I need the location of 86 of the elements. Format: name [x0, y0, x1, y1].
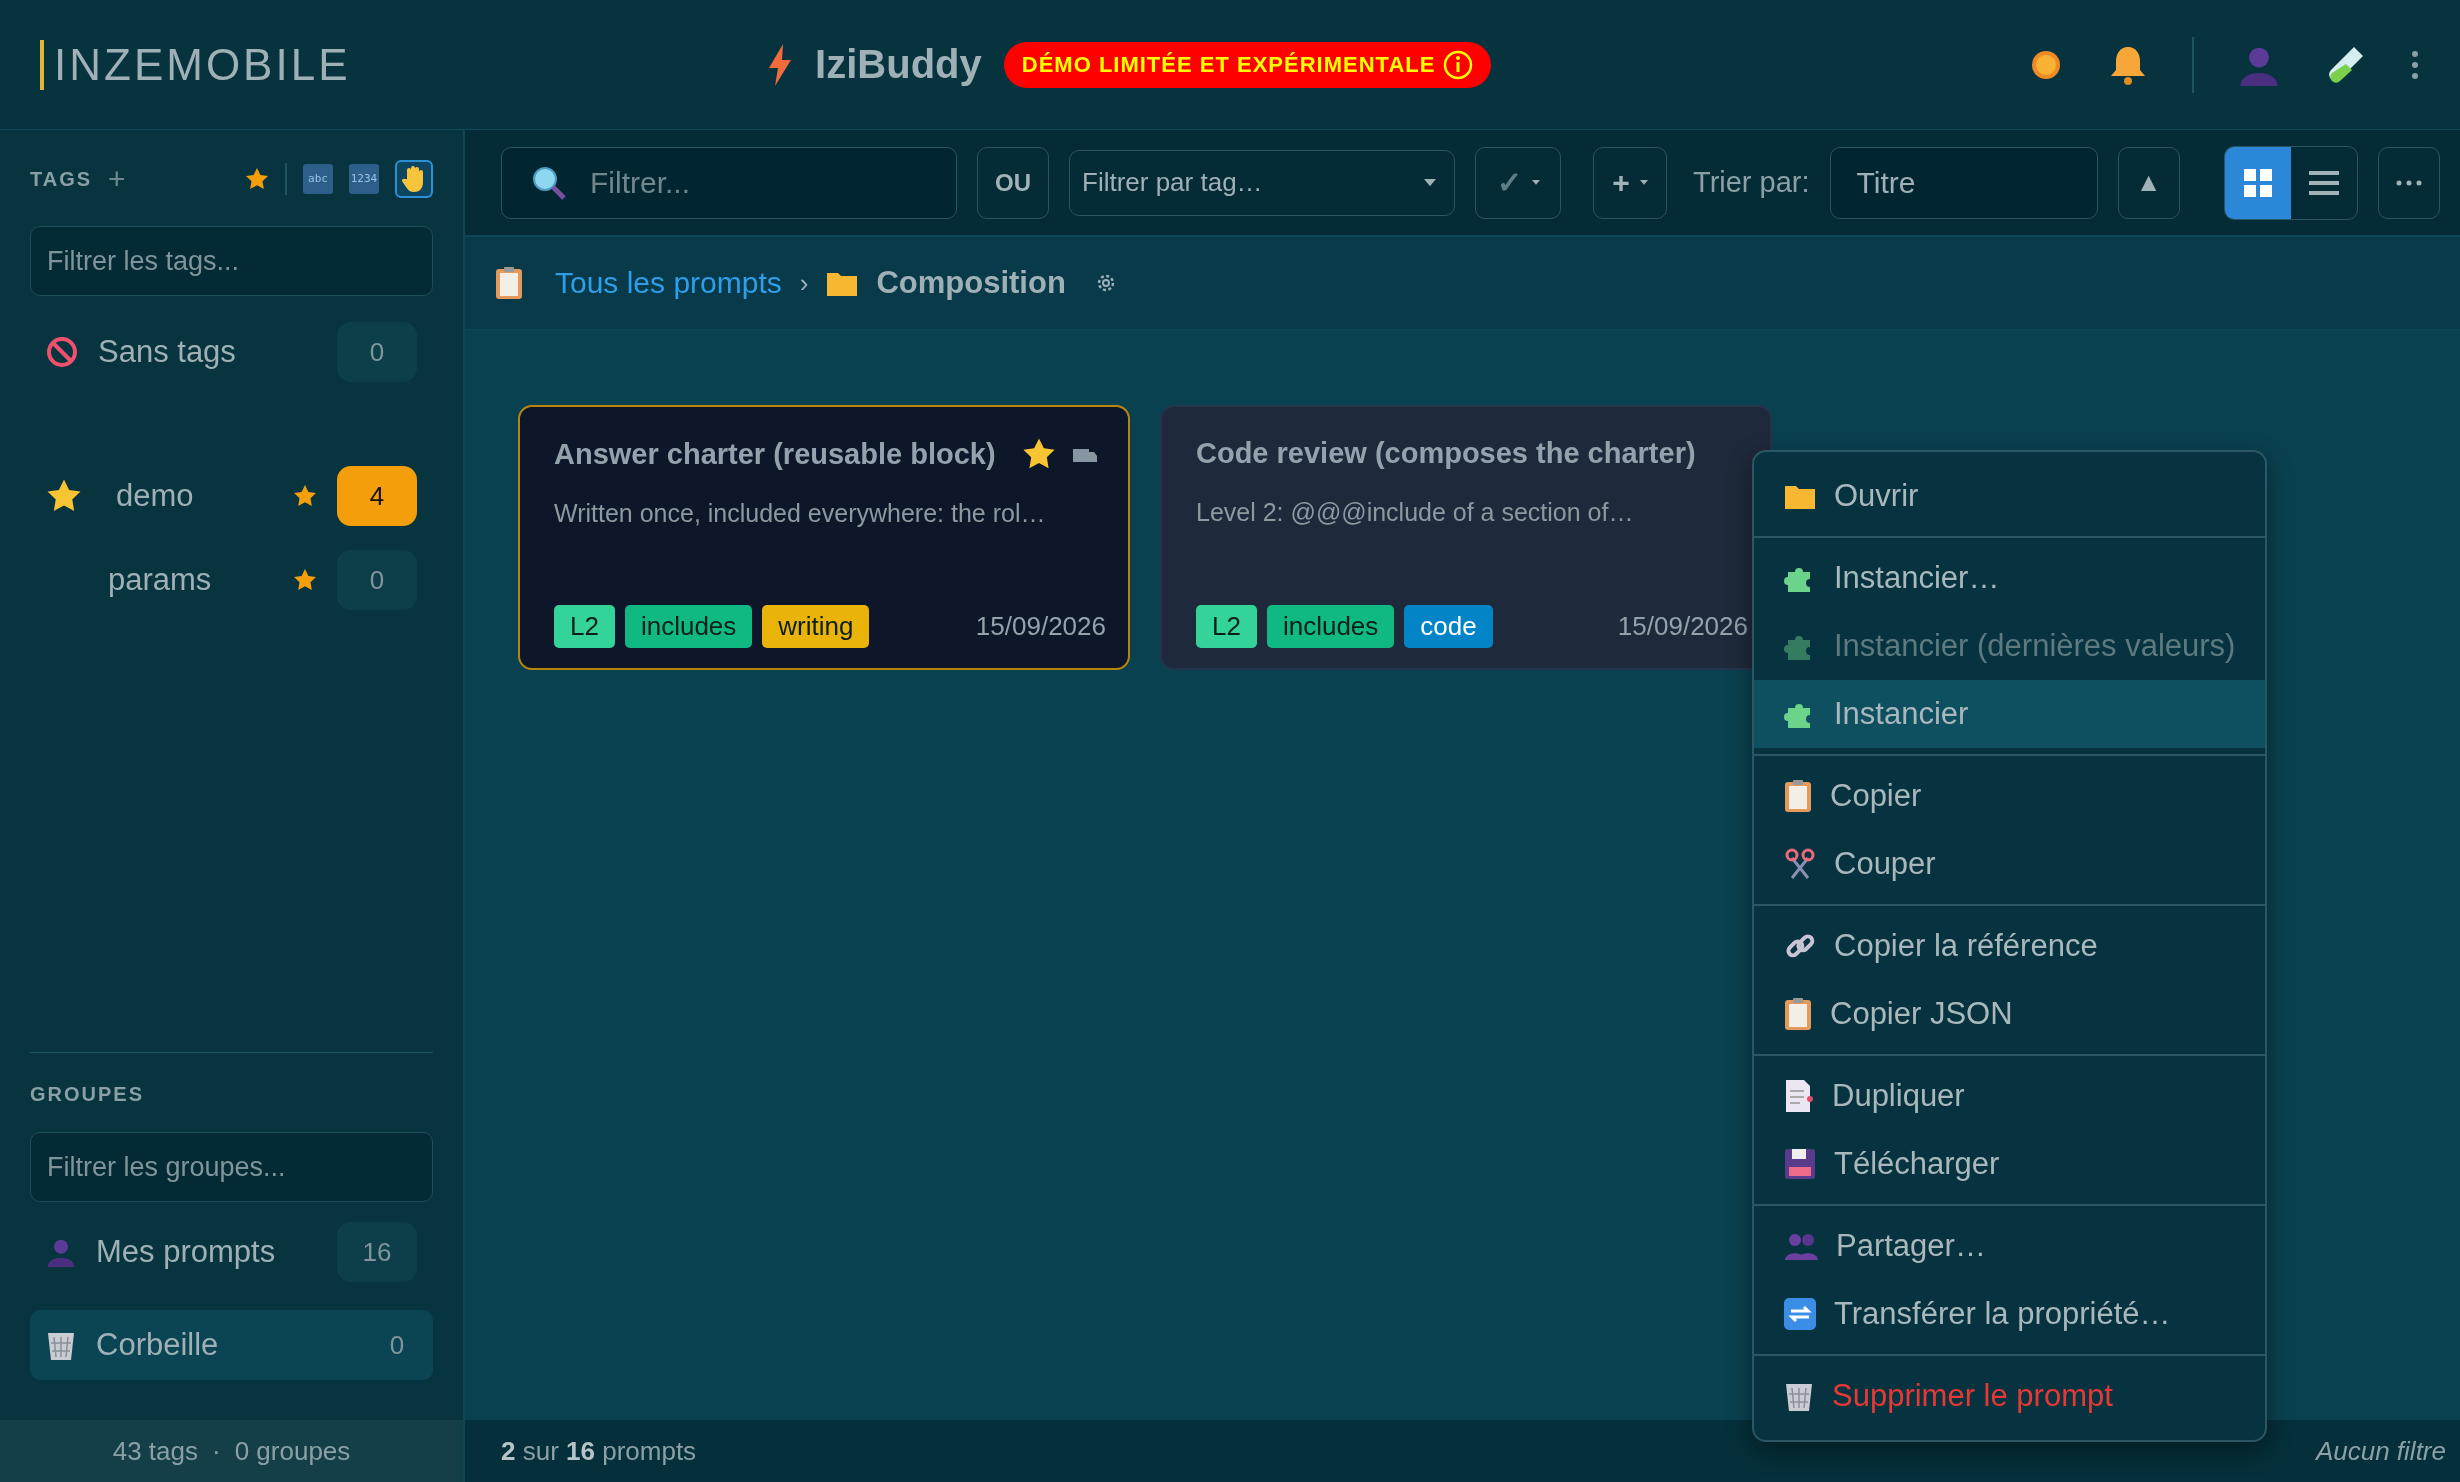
sort-direction-button[interactable]: ▲ — [2117, 146, 2180, 219]
menu-item[interactable]: Copier — [1754, 762, 2266, 830]
clipboard-icon — [1784, 997, 1812, 1031]
tag-chip: includes — [1266, 605, 1395, 648]
kebab-menu-icon[interactable] — [2410, 49, 2420, 80]
card-description: Written once, included everywhere: the rol… — [554, 499, 1047, 528]
sort-label: Trier par: — [1693, 166, 1810, 199]
or-button[interactable]: OU — [977, 146, 1049, 219]
tag-chip: writing — [762, 605, 870, 648]
transfer-arrows-icon — [1784, 1298, 1816, 1330]
people-icon — [1784, 1231, 1818, 1261]
count-badge: 0 — [337, 322, 417, 382]
breadcrumb-current: Composition — [876, 265, 1066, 301]
filter-status: Aucun filtre — [2315, 1435, 2446, 1467]
card-date: 15/09/2026 — [975, 611, 1106, 642]
app-name: IziBuddy — [815, 42, 982, 87]
group-name[interactable]: Mes prompts — [96, 1234, 317, 1270]
prompt-card[interactable]: Code review (composes the charter) Level 2: @@@include of a section of… L2 includes code 15/09/2026 — [1160, 405, 1772, 670]
tag-group-count: 43 tags — [112, 1435, 198, 1467]
document-icon — [1784, 1079, 1814, 1113]
add-button[interactable]: + — [1593, 146, 1667, 219]
tag-name[interactable]: params — [46, 562, 273, 598]
prompt-card[interactable]: Answer charter (reusable block) Written once, included everywhere: the rol… L2 includes writing 15/09/2026 — [518, 405, 1130, 670]
menu-item[interactable]: Partager… — [1754, 1212, 2266, 1280]
more-icon — [2395, 179, 2422, 186]
sort-button[interactable]: abc — [303, 164, 333, 194]
count-badge: 16 — [337, 1222, 417, 1282]
caret-icon — [1531, 180, 1540, 185]
tag-name[interactable]: demo — [102, 478, 273, 514]
section-title: TAGS — [30, 167, 93, 191]
star-icon[interactable] — [293, 484, 317, 508]
lightning-icon — [767, 43, 794, 86]
section-title: GROUPES — [30, 1083, 145, 1106]
search-field[interactable]: Filtrer... — [501, 146, 957, 219]
check-button[interactable]: ✓ — [1475, 146, 1561, 219]
menu-item[interactable]: Instancier — [1754, 680, 2266, 748]
star-icon[interactable] — [245, 167, 269, 191]
prompt-count: 2 sur 16 prompts — [501, 1435, 697, 1467]
grid-icon — [2243, 168, 2272, 197]
group-item[interactable]: Mes prompts 16 — [30, 1210, 433, 1294]
group-name[interactable]: Corbeille — [96, 1327, 357, 1363]
tag-chip: L2 — [1196, 605, 1257, 648]
menu-item[interactable]: Dupliquer — [1754, 1062, 2266, 1130]
menu-item[interactable]: Transférer la propriété… — [1754, 1280, 2266, 1348]
card-description: Level 2: @@@include of a section of… — [1196, 498, 1635, 527]
caret-icon — [1424, 178, 1436, 187]
card-title: Answer charter (reusable block) — [554, 437, 996, 471]
user-icon — [46, 1237, 76, 1267]
scissors-icon — [1784, 848, 1816, 880]
grid-view-button[interactable] — [2224, 146, 2291, 219]
card-date: 15/09/2026 — [1617, 611, 1748, 642]
menu-item[interactable]: Couper — [1754, 830, 2266, 898]
search-icon — [531, 164, 567, 201]
clipboard-icon — [1784, 779, 1812, 813]
count-badge: 4 — [337, 466, 417, 526]
tag-chip: includes — [624, 605, 753, 648]
group-item[interactable]: Corbeille 0 — [30, 1310, 433, 1380]
tag-group-count: · — [212, 1435, 221, 1467]
star-icon[interactable] — [293, 568, 317, 592]
count-label: 0 — [388, 1328, 406, 1362]
menu-item[interactable]: Télécharger — [1754, 1130, 2266, 1198]
tag-filter-field[interactable]: Filtrer les tags... — [30, 226, 433, 296]
breadcrumb-separator: › — [799, 267, 809, 299]
add-tag-button[interactable]: + — [108, 162, 126, 196]
breadcrumb-link[interactable]: Tous les prompts — [555, 266, 782, 300]
tag-chip: code — [1404, 605, 1493, 648]
tag-filter-dropdown[interactable]: Filtrer par tag… — [1069, 149, 1455, 216]
tag-chip: L2 — [554, 605, 615, 648]
menu-item[interactable]: Copier JSON — [1754, 980, 2266, 1048]
list-icon — [2308, 170, 2339, 195]
logo: INZEMOBILE — [40, 39, 351, 90]
star-icon — [46, 478, 82, 514]
tag-group-count: 0 groupes — [234, 1435, 351, 1467]
tag-name[interactable]: Sans tags — [98, 334, 317, 370]
sort-button[interactable]: 1234 — [349, 164, 379, 194]
group-filter-field[interactable]: Filtrer les groupes... — [30, 1132, 433, 1202]
card-title: Code review (composes the charter) — [1196, 437, 1696, 470]
clipboard-icon — [495, 265, 523, 301]
caret-icon — [1639, 180, 1648, 185]
count-badge: 0 — [337, 550, 417, 610]
prohibited-icon — [46, 336, 78, 368]
demo-badge: DÉMO LIMITÉE ET EXPÉRIMENTALE — [1003, 41, 1492, 88]
menu-item[interactable]: Copier la référence — [1754, 912, 2266, 980]
sort-field[interactable]: Titre — [1829, 146, 2098, 219]
info-icon — [1443, 49, 1474, 80]
hand-button[interactable] — [395, 160, 433, 198]
